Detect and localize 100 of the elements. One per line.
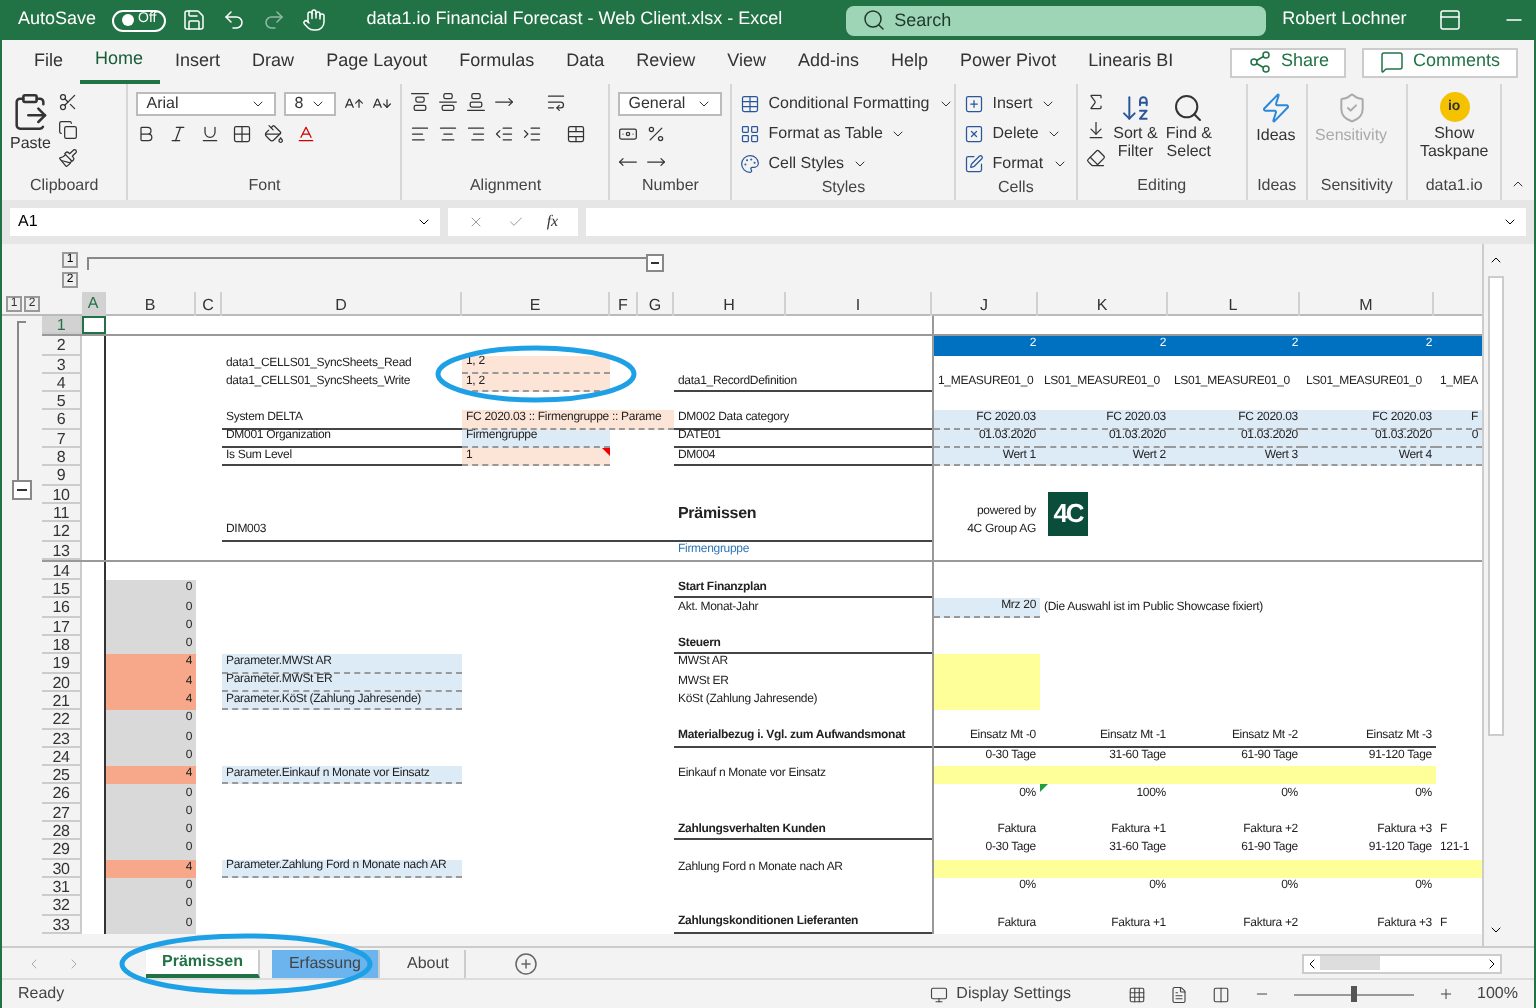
ribbon-tab[interactable]: Data (550, 40, 621, 84)
increase-indent-icon[interactable] (522, 124, 543, 144)
input-cell[interactable] (1302, 766, 1436, 785)
top-align-icon[interactable] (410, 92, 431, 112)
search-field[interactable]: Search (846, 5, 1267, 35)
percent-icon[interactable] (646, 124, 667, 144)
ribbon-tab[interactable]: Page Layout (310, 40, 444, 84)
group-label: Clipboard (28, 174, 101, 198)
middle-align-icon[interactable] (438, 92, 459, 112)
group-label: Cells (996, 176, 1036, 200)
number-format-field[interactable]: General (618, 92, 723, 116)
share-button[interactable]: Share (1230, 47, 1347, 77)
undo-icon[interactable] (222, 8, 247, 32)
group-label: Number (640, 174, 701, 198)
ribbon-display-icon[interactable] (1438, 8, 1463, 32)
eraser-icon[interactable] (1085, 148, 1106, 168)
clipboard-icon (10, 92, 51, 132)
row-header[interactable]: 1 (42, 316, 82, 335)
find-select-button[interactable]: Find & Select (1165, 92, 1212, 160)
italic-icon[interactable] (168, 124, 189, 144)
name-box[interactable]: A1 (10, 208, 440, 236)
paste-button[interactable]: Paste (10, 92, 51, 156)
sheet-tab[interactable]: Prämissen (146, 949, 261, 977)
cells-menu-button[interactable]: Delete (964, 122, 1068, 146)
borders-icon[interactable] (232, 124, 253, 144)
cells-menu-button[interactable]: Format (964, 152, 1068, 176)
styles-menu-button[interactable]: Conditional Formatting (740, 92, 954, 116)
scroll-down-icon[interactable] (1487, 922, 1503, 938)
ribbon-tab[interactable]: Help (875, 40, 945, 84)
ribbon-tab[interactable]: File (18, 40, 80, 84)
ribbon-tab[interactable]: Review (620, 40, 712, 84)
selected-cell[interactable] (82, 316, 106, 335)
underline-icon[interactable] (200, 124, 221, 144)
currency-icon[interactable] (618, 124, 639, 144)
page-layout-icon[interactable] (1169, 985, 1188, 1003)
caret-icon (696, 96, 713, 112)
caret-icon (937, 96, 954, 112)
orientation-icon[interactable] (494, 92, 515, 112)
sheet-tab[interactable]: Erfassung (272, 949, 379, 977)
ribbon-tab[interactable]: Insert (159, 40, 237, 84)
ribbon-tab[interactable]: Draw (236, 40, 311, 84)
autosum-icon[interactable] (1085, 92, 1106, 112)
insert-function-button[interactable]: fx (546, 210, 559, 234)
font-size-field[interactable]: 8 (284, 92, 337, 116)
ribbon-tab[interactable]: Linearis BI (1072, 40, 1190, 84)
caret-icon (416, 214, 432, 230)
comments-button[interactable]: Comments (1362, 47, 1518, 77)
ribbon-tab[interactable]: Power Pivot (944, 40, 1073, 84)
input-cell[interactable] (934, 766, 1040, 785)
ribbon-tab[interactable]: Formulas (443, 40, 551, 84)
add-sheet-icon[interactable] (514, 951, 539, 975)
bottom-align-icon[interactable] (466, 92, 487, 112)
cells-menu-button[interactable]: Insert (964, 92, 1068, 116)
zoom-thumb[interactable] (1350, 985, 1357, 1001)
zoom-reading: 100% (1477, 982, 1518, 1006)
save-icon[interactable] (182, 8, 207, 32)
scroll-left-icon[interactable] (1304, 955, 1320, 971)
decrease-decimal-icon[interactable] (646, 152, 667, 172)
autosave-label: AutoSave (18, 6, 97, 33)
horizontal-scrollbar-thumb[interactable] (1320, 956, 1380, 970)
copy-icon[interactable] (58, 120, 79, 140)
fill-color-icon[interactable] (264, 124, 285, 144)
shield-icon (1335, 92, 1368, 124)
ribbon-tab[interactable]: Add-ins (782, 40, 876, 84)
group-label: Editing (1135, 174, 1189, 198)
scroll-right-icon[interactable] (1484, 955, 1500, 971)
increase-decimal-icon[interactable] (618, 152, 639, 172)
align-center-icon[interactable] (438, 124, 459, 144)
styles-menu-button[interactable]: Cell Styles (740, 152, 954, 176)
normal-view-icon[interactable] (1127, 985, 1146, 1003)
wrap-text-icon[interactable] (546, 92, 567, 112)
company-logo: 4C (1048, 491, 1088, 536)
ideas-button[interactable]: Ideas (1256, 92, 1296, 148)
input-cell[interactable] (934, 654, 1040, 674)
shrink-font-icon[interactable] (372, 94, 393, 114)
grow-font-icon[interactable] (344, 94, 365, 114)
group-label: Alignment (467, 174, 544, 198)
sort-filter-button[interactable]: Sort & Filter (1113, 92, 1158, 160)
font-color-icon[interactable] (296, 124, 317, 144)
cancel-icon[interactable] (467, 214, 484, 230)
bold-icon[interactable] (136, 124, 157, 144)
display-settings-button[interactable]: Display Settings (930, 982, 1072, 1006)
scroll-up-icon[interactable] (1487, 252, 1503, 268)
touch-mode-icon[interactable] (302, 8, 327, 32)
align-left-icon[interactable] (410, 124, 431, 144)
page-break-icon[interactable] (1211, 985, 1230, 1003)
group-label: data1.io (1423, 174, 1485, 198)
styles-menu-button[interactable]: Format as Table (740, 122, 954, 146)
format-painter-icon[interactable] (58, 148, 79, 168)
merge-icon[interactable] (566, 124, 587, 144)
font-name-field[interactable]: Arial (136, 92, 277, 116)
decrease-indent-icon[interactable] (494, 124, 515, 144)
fill-icon[interactable] (1085, 120, 1106, 140)
collapse-ribbon-icon[interactable] (1510, 176, 1526, 192)
ribbon-tab[interactable]: View (711, 40, 783, 84)
cut-icon[interactable] (58, 92, 79, 112)
vertical-scrollbar[interactable] (1482, 244, 1506, 946)
status-text: Ready (18, 982, 65, 1006)
align-right-icon[interactable] (466, 124, 487, 144)
formula-field[interactable] (586, 208, 1526, 236)
